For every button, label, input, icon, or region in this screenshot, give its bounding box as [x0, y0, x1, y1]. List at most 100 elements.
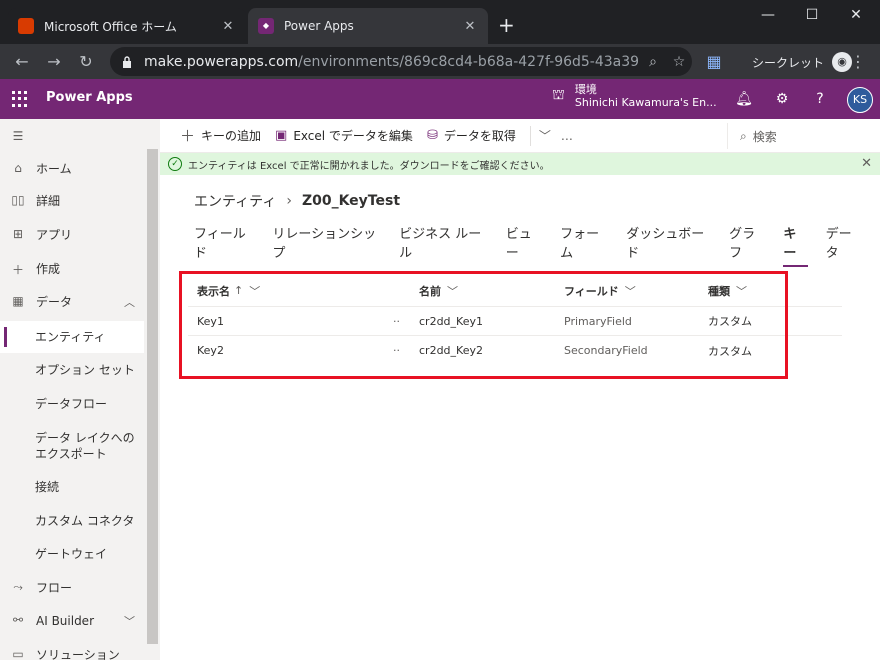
nav-item-label: データ レイクへのエクスポート	[35, 431, 135, 461]
close-window-button[interactable]: ✕	[834, 4, 878, 26]
nav-item-label: ゲートウェイ	[35, 547, 108, 561]
tab-data[interactable]: データ	[826, 223, 862, 267]
nav-item-label: カスタム コネクタ	[35, 514, 135, 528]
add-key-label: キーの追加	[201, 129, 262, 143]
browser-toolbar: ← → ↻ make.powerapps.com/environments/86…	[0, 44, 880, 79]
powerapps-favicon-icon: ◆	[258, 18, 274, 34]
tab-keys[interactable]: キー	[783, 223, 808, 267]
browser-menu-icon[interactable]: ⋮	[846, 50, 870, 74]
excel-icon: ▣	[275, 128, 288, 143]
nav-item-gateways[interactable]: ゲートウェイ	[0, 546, 144, 562]
nav-item-flows[interactable]: ⤳ フロー	[0, 580, 144, 596]
nav-item-label: AI Builder	[36, 614, 95, 628]
browser-tab-title: Power Apps	[284, 19, 354, 33]
selected-indicator	[4, 327, 7, 347]
nav-item-label: フロー	[36, 581, 73, 595]
settings-gear-icon[interactable]: ⚙	[772, 89, 792, 109]
nav-item-label: データ	[36, 295, 73, 309]
nav-item-custom-connectors[interactable]: カスタム コネクタ	[0, 513, 144, 529]
book-icon: ▯▯	[11, 193, 25, 207]
app-header: Power Apps ⛫ 環境 Shinichi Kawamura's En..…	[0, 79, 880, 119]
get-data-button[interactable]: ⛁ データを取得	[427, 127, 516, 144]
flow-icon: ⤳	[13, 580, 23, 594]
tab-business-rules[interactable]: ビジネス ルール	[399, 223, 488, 267]
tab-views[interactable]: ビュー	[506, 223, 542, 267]
zoom-icon[interactable]: ⌕	[640, 54, 666, 70]
ai-builder-icon: ⚯	[12, 613, 24, 627]
chevron-right-icon: ›	[286, 193, 292, 209]
incognito-label: シークレット	[752, 55, 825, 70]
nav-item-label: ホーム	[36, 162, 72, 176]
back-icon[interactable]: ←	[10, 50, 34, 74]
get-data-label: データを取得	[443, 129, 516, 143]
nav-item-label: アプリ	[36, 228, 73, 242]
nav-scrollbar-thumb[interactable]	[147, 149, 158, 644]
extension-icon[interactable]: ▦	[702, 50, 726, 74]
tab-forms[interactable]: フォーム	[560, 223, 608, 267]
chevron-down-icon[interactable]: ﹀	[124, 613, 144, 629]
user-avatar[interactable]: KS	[847, 87, 873, 113]
nav-collapse-button[interactable]: ☰	[0, 129, 144, 143]
breadcrumb-current: Z00_KeyTest	[301, 193, 401, 209]
breadcrumb-entities-link[interactable]: エンティティ	[194, 191, 276, 211]
office-favicon-icon	[18, 18, 34, 34]
minimize-button[interactable]: —	[746, 4, 790, 26]
help-icon[interactable]: ?	[810, 89, 830, 109]
edit-in-excel-button[interactable]: ▣ Excel でデータを編集	[275, 127, 413, 144]
environment-label: 環境	[574, 83, 597, 96]
nav-item-label: データフロー	[35, 397, 108, 411]
forward-icon[interactable]: →	[42, 50, 66, 74]
chevron-up-icon[interactable]: ︿	[124, 294, 144, 310]
environment-name: Shinichi Kawamura's En...	[574, 96, 717, 109]
success-message-bar: ✓ エンティティは Excel で正常に開かれました。ダウンロードをご確認くださ…	[160, 153, 880, 175]
lock-icon	[123, 55, 131, 68]
more-commands-button[interactable]: …	[561, 129, 573, 143]
nav-item-option-sets[interactable]: オプション セット	[0, 362, 144, 378]
close-tab-icon[interactable]: ✕	[220, 19, 236, 34]
command-bar: ＋ キーの追加 ▣ Excel でデータを編集 ⛁ データを取得 ﹀ … ⌕ 検索	[160, 119, 880, 153]
nav-item-export-data-lake[interactable]: データ レイクへのエクスポート	[0, 430, 142, 462]
add-key-button[interactable]: ＋ キーの追加	[180, 125, 261, 146]
maximize-button[interactable]: ☐	[790, 4, 834, 26]
browser-tab-powerapps[interactable]: ◆ Power Apps ✕	[248, 8, 488, 44]
dismiss-message-button[interactable]: ✕	[861, 156, 872, 171]
tab-relationships[interactable]: リレーションシップ	[272, 223, 381, 267]
search-input[interactable]: ⌕ 検索	[727, 123, 880, 149]
incognito-indicator: シークレット ◉	[752, 52, 853, 72]
nav-item-data[interactable]: ▦ データ ︿	[0, 294, 144, 310]
tab-charts[interactable]: グラフ	[729, 223, 765, 267]
url-text: make.powerapps.com/environments/869c8cd4…	[144, 53, 640, 70]
search-icon: ⌕	[740, 128, 747, 143]
tab-dashboards[interactable]: ダッシュボード	[626, 223, 711, 267]
table-icon: ▦	[12, 294, 24, 308]
address-bar[interactable]: make.powerapps.com/environments/869c8cd4…	[110, 47, 692, 76]
apps-icon: ⊞	[12, 227, 24, 241]
browser-tab-strip: Microsoft Office ホーム ✕ ◆ Power Apps ✕ + …	[0, 0, 880, 44]
app-name[interactable]: Power Apps	[46, 90, 133, 105]
nav-item-dataflows[interactable]: データフロー	[0, 396, 144, 412]
environment-picker[interactable]: ⛫ 環境 Shinichi Kawamura's En...	[552, 83, 717, 109]
notification-bell-icon[interactable]: 🔔︎	[734, 89, 754, 109]
nav-item-create[interactable]: ＋ 作成	[0, 261, 144, 278]
nav-item-connections[interactable]: 接続	[0, 479, 144, 495]
app-launcher-icon[interactable]	[12, 91, 28, 107]
nav-item-label: 接続	[35, 480, 60, 494]
close-tab-icon[interactable]: ✕	[462, 19, 478, 34]
edit-in-excel-label: Excel でデータを編集	[293, 129, 413, 143]
nav-item-apps[interactable]: ⊞ アプリ	[0, 227, 144, 243]
star-icon[interactable]: ☆	[666, 54, 692, 70]
nav-item-ai-builder[interactable]: ⚯ AI Builder ﹀	[0, 613, 144, 629]
browser-tab-office[interactable]: Microsoft Office ホーム ✕	[8, 8, 246, 44]
environment-icon: ⛫	[552, 87, 565, 103]
nav-item-label: エンティティ	[35, 330, 106, 344]
get-data-chevron-down-icon[interactable]: ﹀	[539, 127, 551, 144]
tab-fields[interactable]: フィールド	[194, 223, 254, 267]
nav-item-home[interactable]: ⌂ ホーム	[0, 161, 144, 177]
nav-item-learn[interactable]: ▯▯ 詳細	[0, 193, 144, 209]
left-navigation: ☰ ⌂ ホーム ▯▯ 詳細 ⊞ アプリ ＋ 作成 ▦ データ ︿ エンティティ オプション …	[0, 119, 160, 660]
new-tab-button[interactable]: +	[498, 14, 515, 36]
reload-icon[interactable]: ↻	[74, 50, 98, 74]
nav-item-entities[interactable]: エンティティ	[0, 321, 144, 353]
nav-item-solutions[interactable]: ▭ ソリューション	[0, 647, 144, 660]
home-icon: ⌂	[14, 161, 22, 175]
